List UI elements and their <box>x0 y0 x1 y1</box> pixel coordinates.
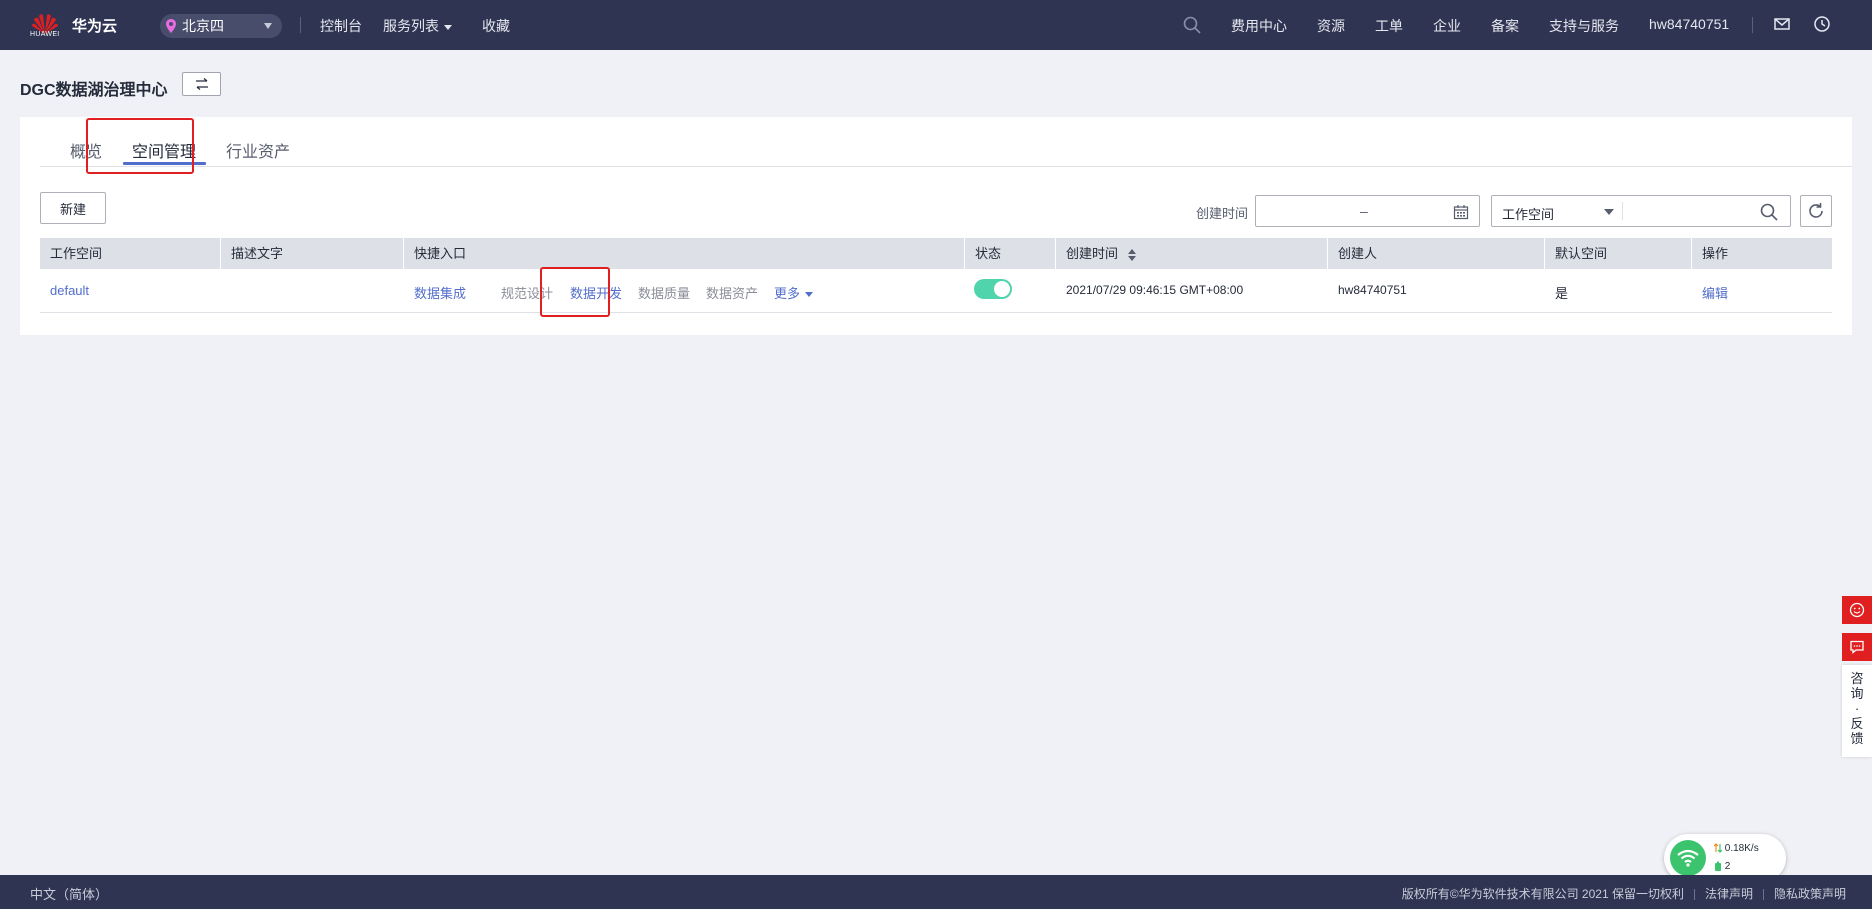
page-title: DGC数据湖治理中心 <box>20 82 168 99</box>
feedback-char: 反 <box>1850 716 1864 731</box>
clock-icon[interactable] <box>1813 15 1831 33</box>
feedback-char: 馈 <box>1850 731 1864 746</box>
workspace-card: 概览 空间管理 行业资产 新建 创建时间 – 工作空间 工作空间 描述文字 快捷… <box>20 117 1852 335</box>
shortcut-more-menu[interactable]: 更多 <box>774 283 814 302</box>
created-time-filter-label: 创建时间 <box>1196 206 1249 221</box>
chevron-down-icon[interactable] <box>1604 209 1614 215</box>
shortcut-data-integration[interactable]: 数据集成 <box>414 283 466 302</box>
chevron-down-icon <box>444 24 452 30</box>
tab-bar: 概览 空间管理 行业资产 <box>40 117 1852 167</box>
column-header-status: 状态 <box>965 238 1056 269</box>
date-range-picker[interactable]: – <box>1255 195 1480 227</box>
status-toggle[interactable] <box>974 279 1012 299</box>
creator-value: hw84740751 <box>1338 283 1407 297</box>
nav-divider <box>1752 17 1753 33</box>
column-header-shortcuts: 快捷入口 <box>404 238 965 269</box>
nav-resources-link[interactable]: 资源 <box>1317 16 1345 36</box>
date-range-separator: – <box>1360 203 1368 219</box>
toggle-knob <box>994 281 1010 297</box>
wifi-icon <box>1677 849 1699 867</box>
wifi-badge <box>1670 840 1706 876</box>
sort-icon[interactable] <box>1128 248 1137 261</box>
battery-icon <box>1715 861 1721 872</box>
nav-support-link[interactable]: 支持与服务 <box>1549 16 1619 36</box>
workspace-table: 工作空间 描述文字 快捷入口 状态 创建时间 创建人 默认空间 操作 defau… <box>40 238 1832 313</box>
feedback-char: 询 <box>1850 686 1864 701</box>
nav-username[interactable]: hw84740751 <box>1649 16 1729 32</box>
brand-name[interactable]: 华为云 <box>72 15 117 36</box>
shortcut-data-quality[interactable]: 数据质量 <box>638 283 690 302</box>
network-speed-value: 0.18K/s <box>1724 843 1759 854</box>
workspace-name-link[interactable]: default <box>50 283 89 298</box>
footer: 中文（简体） 版权所有©华为软件技术有限公司 2021 保留一切权利 法律声明 隐私… <box>0 875 1872 909</box>
top-nav: HUAWEI 华为云 北京四 控制台 服务列表 收藏 费用中心 资源 工单 企业… <box>0 0 1872 50</box>
nav-console-link[interactable]: 控制台 <box>320 16 362 36</box>
nav-services-menu[interactable]: 服务列表 <box>383 16 452 36</box>
workspace-filter-select[interactable]: 工作空间 <box>1502 204 1554 223</box>
region-name: 北京四 <box>182 18 224 34</box>
search-divider <box>1622 202 1623 220</box>
location-pin-icon <box>166 19 176 33</box>
switch-instance-button[interactable] <box>182 72 221 96</box>
mail-icon[interactable] <box>1773 15 1791 33</box>
column-header-created-time-label: 创建时间 <box>1066 246 1119 261</box>
nav-services-label: 服务列表 <box>383 18 439 34</box>
calendar-icon[interactable] <box>1453 204 1469 220</box>
chat-float-button[interactable] <box>1842 633 1872 661</box>
network-count-value: 2 <box>1724 861 1731 872</box>
nav-tickets-link[interactable]: 工单 <box>1375 16 1403 36</box>
table-header: 工作空间 描述文字 快捷入口 状态 创建时间 创建人 默认空间 操作 <box>40 238 1832 269</box>
shortcut-more-label: 更多 <box>774 286 801 301</box>
network-count: 2 <box>1714 861 1730 872</box>
column-header-created-time[interactable]: 创建时间 <box>1056 238 1328 269</box>
nav-favorites-link[interactable]: 收藏 <box>482 16 510 36</box>
up-down-arrow-icon <box>1713 843 1723 854</box>
search-icon[interactable] <box>1760 203 1778 221</box>
footer-links: 版权所有©华为软件技术有限公司 2021 保留一切权利 法律声明 隐私政策声明 <box>1402 885 1846 902</box>
region-selector[interactable]: 北京四 <box>160 14 282 38</box>
feedback-char: · <box>1854 701 1860 716</box>
created-time-value: 2021/07/29 09:46:15 GMT+08:00 <box>1066 283 1244 297</box>
column-header-default-space: 默认空间 <box>1545 238 1692 269</box>
new-workspace-button[interactable]: 新建 <box>40 192 106 224</box>
shortcut-data-assets[interactable]: 数据资产 <box>706 283 758 302</box>
column-header-workspace: 工作空间 <box>40 238 221 269</box>
smiley-float-button[interactable] <box>1842 596 1872 624</box>
logo-text: HUAWEI <box>30 31 60 38</box>
copyright-text: 版权所有©华为软件技术有限公司 2021 保留一切权利 <box>1401 887 1684 901</box>
nav-icp-link[interactable]: 备案 <box>1491 16 1519 36</box>
footer-divider <box>1762 889 1764 901</box>
refresh-icon <box>1809 203 1823 218</box>
swap-arrows-icon <box>195 78 208 90</box>
consult-feedback-button[interactable]: 咨 询 · 反 馈 <box>1842 665 1872 757</box>
smiley-icon <box>1849 602 1865 618</box>
table-row: default 数据集成 规范设计 数据开发 数据质量 数据资产 更多 2021… <box>40 269 1832 313</box>
footer-divider <box>1693 889 1695 901</box>
workspace-search-box[interactable]: 工作空间 <box>1491 195 1791 227</box>
chat-bubble-icon <box>1850 640 1864 654</box>
chevron-down-icon <box>264 23 272 29</box>
refresh-button[interactable] <box>1800 195 1832 227</box>
chevron-down-icon <box>805 292 814 298</box>
highlight-box-data-development <box>540 267 610 317</box>
edit-link[interactable]: 编辑 <box>1702 283 1728 302</box>
nav-enterprise-link[interactable]: 企业 <box>1433 16 1461 36</box>
nav-divider <box>300 17 301 33</box>
column-header-actions: 操作 <box>1702 246 1729 261</box>
network-speed: 0.18K/s <box>1713 843 1759 854</box>
language-selector[interactable]: 中文（简体） <box>30 884 108 903</box>
privacy-link[interactable]: 隐私政策声明 <box>1774 887 1846 901</box>
default-space-value: 是 <box>1555 286 1569 301</box>
legal-link[interactable]: 法律声明 <box>1705 887 1753 901</box>
tab-industry-assets[interactable]: 行业资产 <box>226 138 290 162</box>
highlight-box-tab <box>86 118 194 174</box>
column-header-creator: 创建人 <box>1328 238 1545 269</box>
column-header-description: 描述文字 <box>221 238 404 269</box>
search-icon[interactable] <box>1183 16 1201 34</box>
feedback-char: 咨 <box>1850 671 1864 686</box>
nav-billing-link[interactable]: 费用中心 <box>1231 16 1287 36</box>
